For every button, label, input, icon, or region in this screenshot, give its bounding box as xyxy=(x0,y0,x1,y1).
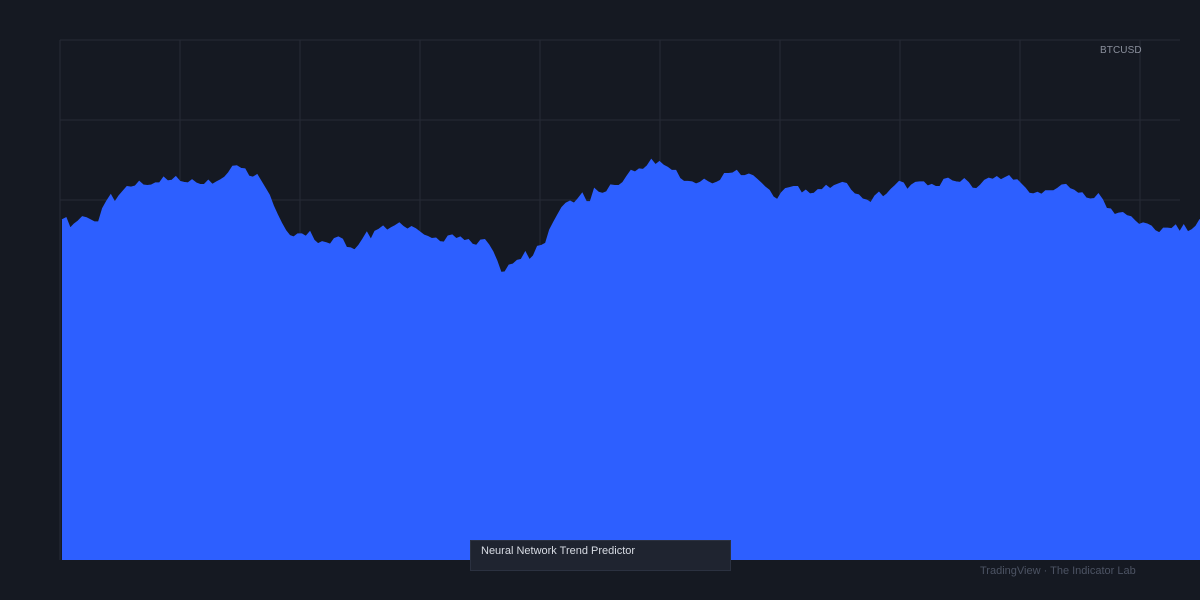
chart-page: BTCUSD Neural Network Trend Predictor Tr… xyxy=(0,0,1200,600)
price-chart[interactable] xyxy=(0,0,1200,600)
series-area xyxy=(62,159,1200,560)
indicator-label[interactable]: Neural Network Trend Predictor xyxy=(470,540,731,571)
footer-brand: TradingView · The Indicator Lab xyxy=(980,565,1136,577)
symbol-label: BTCUSD xyxy=(1100,45,1142,56)
area-layer xyxy=(61,158,1200,560)
